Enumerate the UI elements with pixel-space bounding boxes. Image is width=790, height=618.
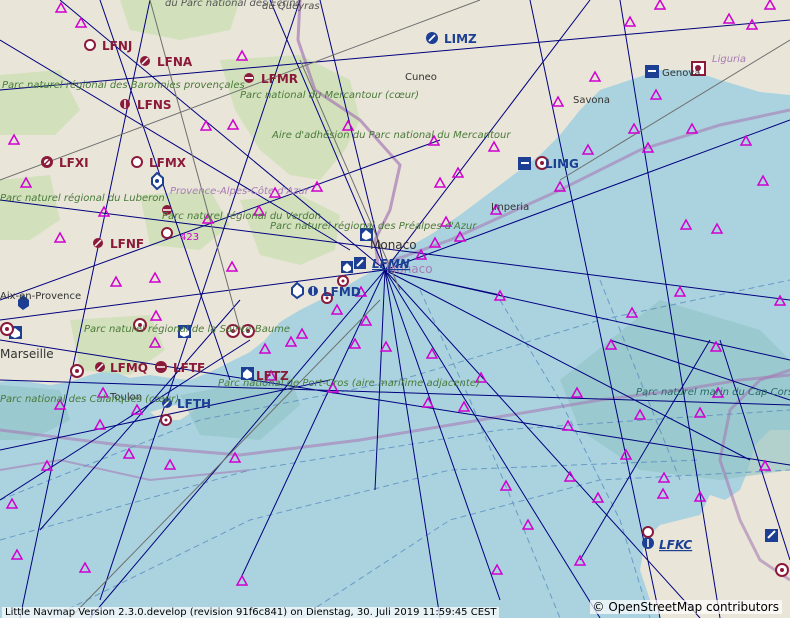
- map-canvas[interactable]: du Parc national des Écrins du Queyras C…: [0, 0, 790, 618]
- place-cuneo: Cuneo: [405, 72, 437, 83]
- airport-lfmn-icon[interactable]: [354, 257, 366, 269]
- label-lfmn: LFMN: [372, 257, 410, 271]
- label-lfxi: LFXI: [59, 156, 89, 170]
- vor-aix-icon[interactable]: [0, 322, 14, 336]
- version-footer: Little Navmap Version 2.3.0.develop (rev…: [2, 607, 500, 618]
- place-luberon: Parc naturel régional du Luberon: [0, 192, 165, 204]
- airport-lfxi-icon[interactable]: [41, 156, 53, 168]
- label-lfmq: LFMQ: [110, 361, 148, 375]
- label-lfkc: LFKC: [659, 538, 692, 552]
- airport-lftf-icon[interactable]: [155, 361, 167, 373]
- place-paca: Provence-Alpes-Côte d'Azur: [170, 185, 310, 197]
- place-baronnies: Parc naturel régional des Baronnies prov…: [2, 79, 245, 91]
- label-lfmr: LFMR: [261, 72, 298, 86]
- place-mercantour: Parc national du Mercantour (cœur): [240, 90, 419, 101]
- airport-lfkc-icon[interactable]: [642, 537, 654, 549]
- vor-lfkc-icon[interactable]: [642, 526, 654, 538]
- label-lfna: LFNA: [157, 55, 193, 69]
- label-lfth: LFTH: [177, 397, 211, 411]
- place-aire-mercantour: Aire d'adhésion du Parc national du Merc…: [271, 129, 511, 141]
- label-lftf: LFTF: [173, 361, 205, 375]
- heliport-icon[interactable]: [151, 171, 164, 191]
- label-limg: LIMG: [545, 157, 579, 171]
- airport-lfmd-icon[interactable]: [308, 286, 318, 296]
- airport-genova-icon[interactable]: [645, 65, 659, 78]
- place-monaco: Monaco: [370, 238, 417, 252]
- place-calanques: Parc national des Calanques (cœur): [0, 394, 179, 405]
- label-lfmd: LFMD: [323, 285, 361, 299]
- place-marseille: Marseille: [0, 347, 54, 361]
- airport-lfmq-icon[interactable]: [95, 362, 105, 372]
- airport-lfnf-icon[interactable]: [93, 238, 103, 248]
- place-aix: Aix-en-Provence: [0, 291, 81, 302]
- airport-lfmx-icon[interactable]: [131, 156, 143, 168]
- airport-verdon2-icon[interactable]: [161, 227, 173, 239]
- vor-marignane-icon[interactable]: [70, 364, 84, 378]
- place-cap-corse: Parc naturel marin du Cap Corse et de l'…: [636, 387, 790, 398]
- label-limz: LIMZ: [444, 32, 477, 46]
- place-queyras: du Queyras: [262, 1, 320, 12]
- label-lfnj: LFNJ: [102, 39, 132, 53]
- airport-lfna-icon[interactable]: [140, 56, 150, 66]
- airport-lfns-icon[interactable]: [120, 99, 130, 109]
- vor-corsica-icon[interactable]: [775, 563, 789, 577]
- label-lfnf: LFNF: [110, 237, 144, 251]
- place-prealpes: Parc naturel régional des Préalpes d'Azu…: [270, 220, 477, 232]
- vor-porquerolles-icon[interactable]: [160, 414, 172, 426]
- label-lfns: LFNS: [137, 98, 172, 112]
- place-imperia: Imperia: [491, 202, 529, 213]
- label-lftz: LFTZ: [256, 369, 289, 383]
- place-423: 423: [180, 232, 199, 243]
- map-attribution: © OpenStreetMap contributors: [589, 600, 782, 614]
- airport-lfnj-icon[interactable]: [84, 39, 96, 51]
- place-sainte-baume: Parc naturel régional de la Sainte-Baume: [84, 323, 290, 335]
- place-liguria: Liguria: [712, 54, 746, 65]
- airport-limg-icon[interactable]: [518, 157, 531, 170]
- airport-lfmr-icon[interactable]: [244, 73, 254, 83]
- label-lfmx: LFMX: [149, 156, 187, 170]
- airport-limz-icon[interactable]: [426, 32, 438, 44]
- airport-bastia-icon[interactable]: [765, 529, 778, 542]
- place-genova: Genova: [662, 68, 700, 79]
- heliport-2-icon[interactable]: [341, 261, 353, 273]
- place-savona: Savona: [573, 95, 610, 106]
